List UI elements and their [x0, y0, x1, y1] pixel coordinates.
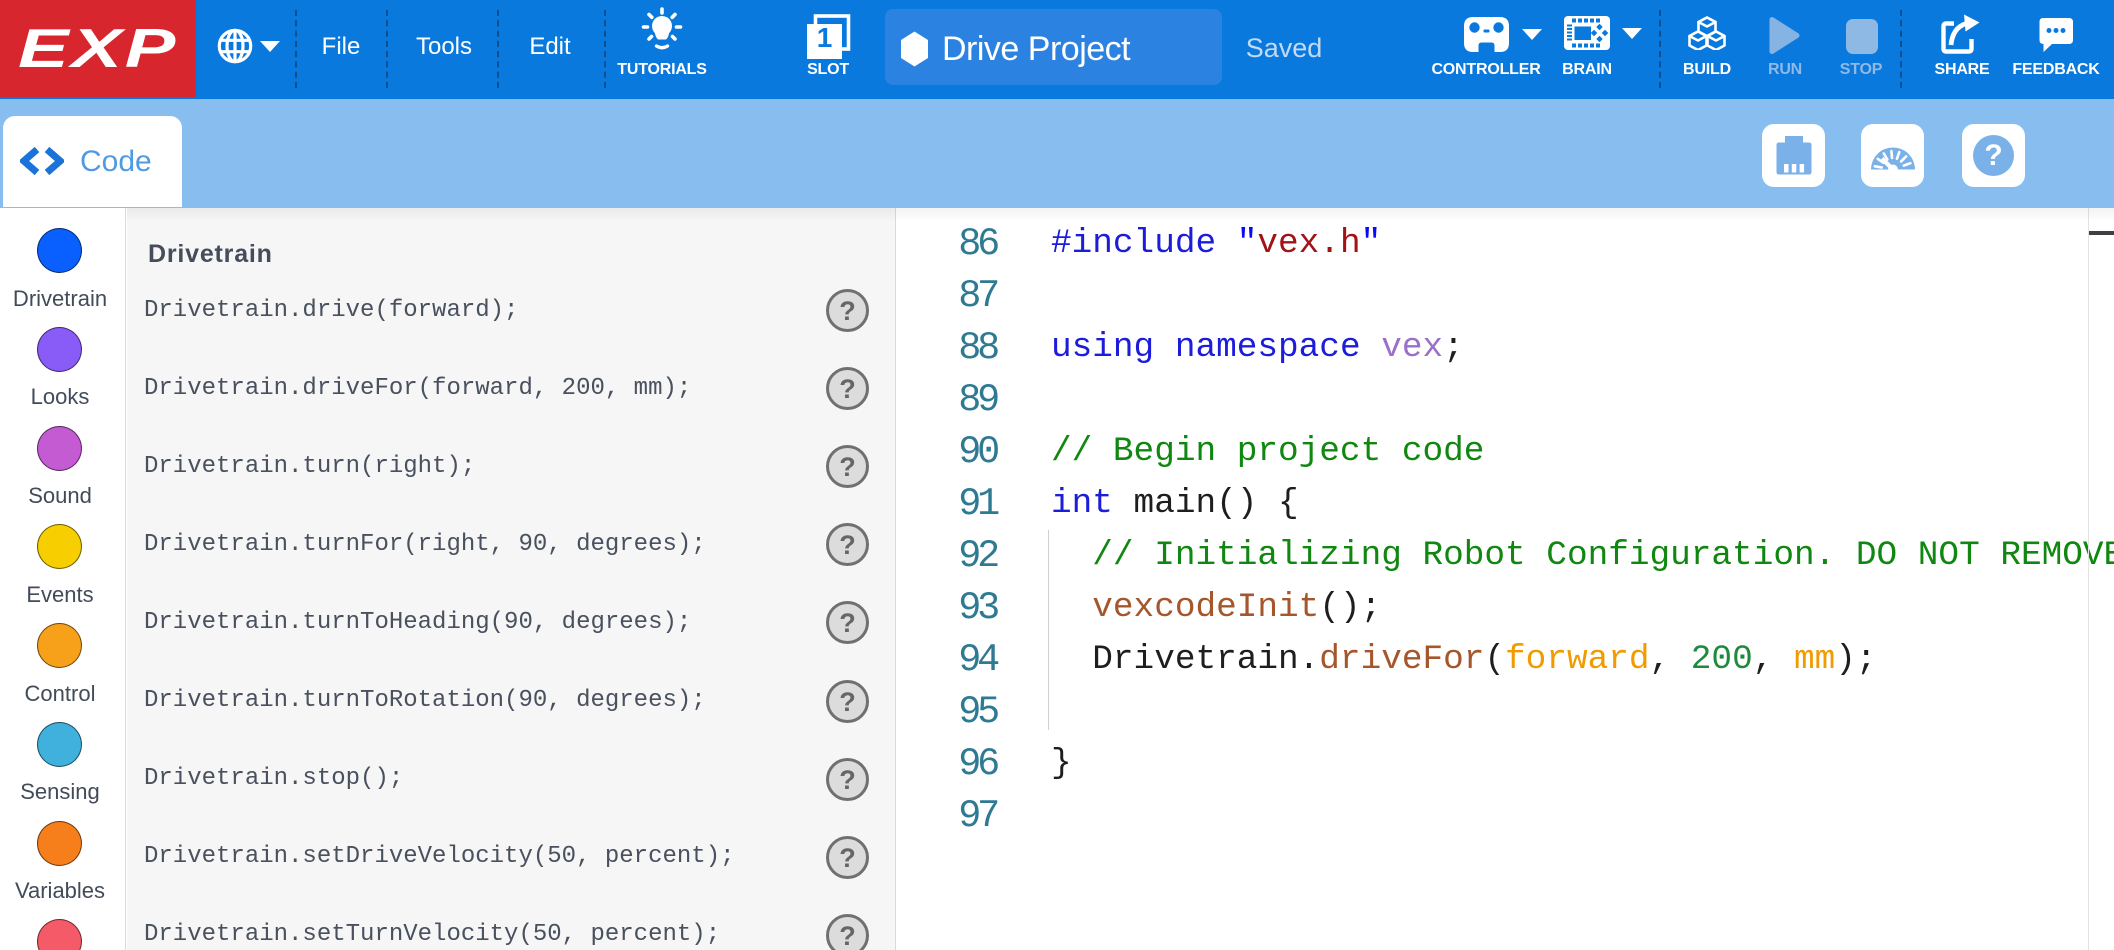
svg-text:1: 1: [817, 22, 833, 53]
